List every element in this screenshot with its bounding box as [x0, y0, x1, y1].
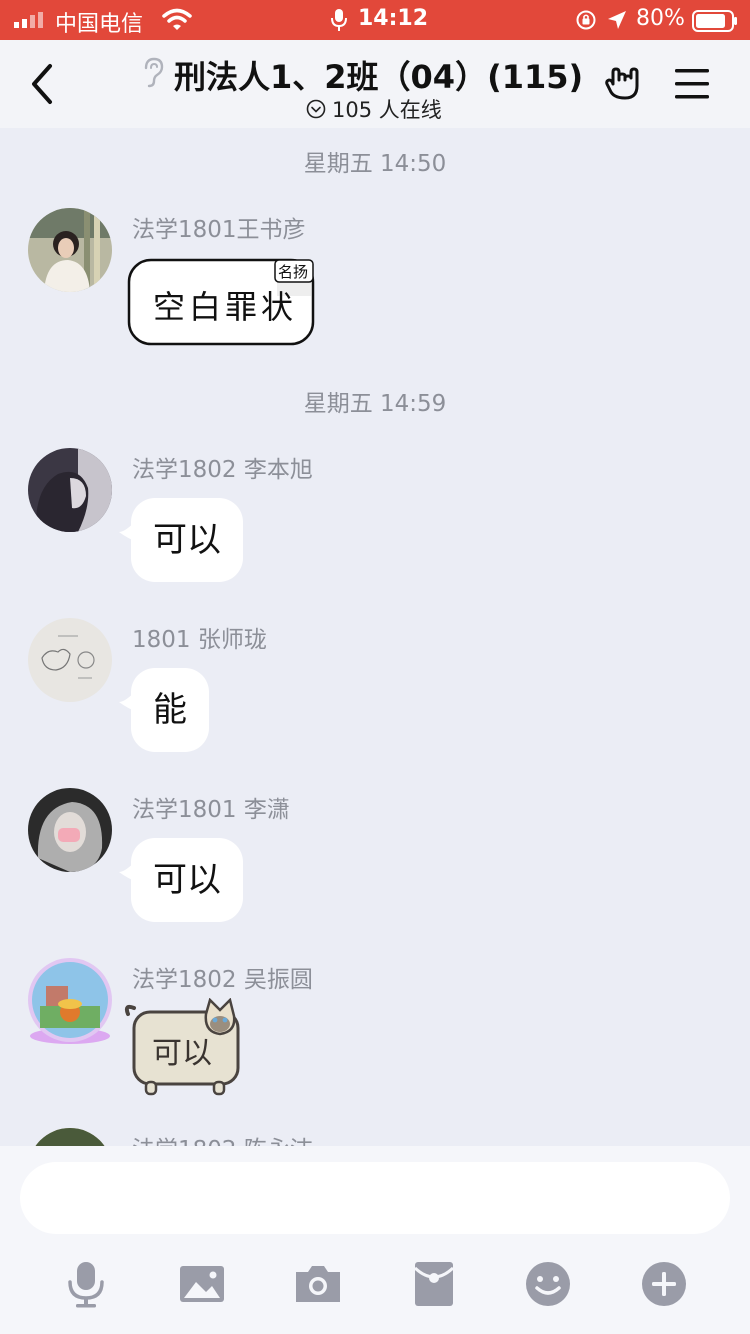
- avatar[interactable]: [28, 788, 112, 872]
- chevron-down-circle-icon: [306, 99, 326, 119]
- microphone-status-icon: [331, 9, 347, 31]
- wifi-icon: [162, 8, 192, 30]
- plus-icon[interactable]: [640, 1260, 688, 1308]
- chat-header: 刑法人1、2班（04）(115) 105 人在线: [0, 40, 750, 128]
- emoji-icon[interactable]: [524, 1260, 572, 1308]
- location-icon: [608, 11, 626, 29]
- sticker-text: 空白罪状: [153, 288, 298, 326]
- avatar[interactable]: [28, 448, 112, 532]
- sender-name: 法学1802 陈永洁: [132, 1130, 313, 1146]
- sender-name: 法学1801王书彦: [132, 217, 306, 243]
- red-packet-icon[interactable]: [410, 1260, 458, 1308]
- menu-icon[interactable]: [674, 66, 710, 102]
- avatar[interactable]: [28, 1128, 112, 1146]
- message-text: 可以: [153, 860, 221, 900]
- status-bar: 中国电信 14:12 80%: [0, 0, 750, 40]
- online-count[interactable]: 105 人在线: [306, 94, 442, 124]
- sender-name: 法学1802 吴振圆: [132, 967, 313, 993]
- message-input[interactable]: [20, 1162, 730, 1234]
- image-icon[interactable]: [178, 1260, 226, 1308]
- time-separator: 星期五 14:59: [303, 391, 447, 417]
- mic-icon[interactable]: [62, 1260, 110, 1308]
- ear-mode-icon[interactable]: [140, 56, 166, 90]
- avatar[interactable]: [28, 208, 112, 292]
- sticker-message[interactable]: 可以: [124, 998, 250, 1098]
- sender-name: 法学1802 李本旭: [132, 457, 313, 483]
- battery-percent: 80%: [636, 6, 685, 31]
- sticker-message[interactable]: 名扬 空白罪状: [127, 256, 317, 348]
- message-text: 能: [153, 690, 187, 730]
- message-text: 可以: [153, 520, 221, 560]
- battery-icon: [692, 10, 737, 32]
- sender-name: 1801 张师珑: [132, 627, 267, 653]
- avatar[interactable]: [28, 618, 112, 702]
- message-bubble[interactable]: 可以: [119, 498, 243, 582]
- online-count-label: 105 人在线: [332, 98, 442, 122]
- signal-icon: [14, 12, 43, 28]
- message-bubble[interactable]: 可以: [119, 838, 243, 922]
- input-bar: [0, 1146, 750, 1334]
- time-separator: 星期五 14:50: [303, 151, 447, 177]
- sticker-tag: 名扬: [278, 263, 309, 281]
- clock: 14:12: [358, 6, 429, 31]
- camera-icon[interactable]: [294, 1260, 342, 1308]
- sender-name: 法学1801 李潇: [132, 797, 290, 823]
- rotation-lock-icon: [576, 10, 596, 30]
- group-title: 刑法人1、2班（04）(115): [174, 58, 584, 96]
- back-icon[interactable]: [28, 62, 58, 106]
- sticker-text: 可以: [152, 1036, 212, 1071]
- carrier-label: 中国电信: [55, 12, 144, 37]
- message-bubble[interactable]: 能: [119, 668, 209, 752]
- message-list[interactable]: 星期五 14:50 法学1801王书彦 名扬 空白罪状 星期五 14:59 法学…: [0, 128, 750, 1146]
- avatar[interactable]: [20, 948, 120, 1048]
- rock-hand-icon[interactable]: [604, 64, 644, 104]
